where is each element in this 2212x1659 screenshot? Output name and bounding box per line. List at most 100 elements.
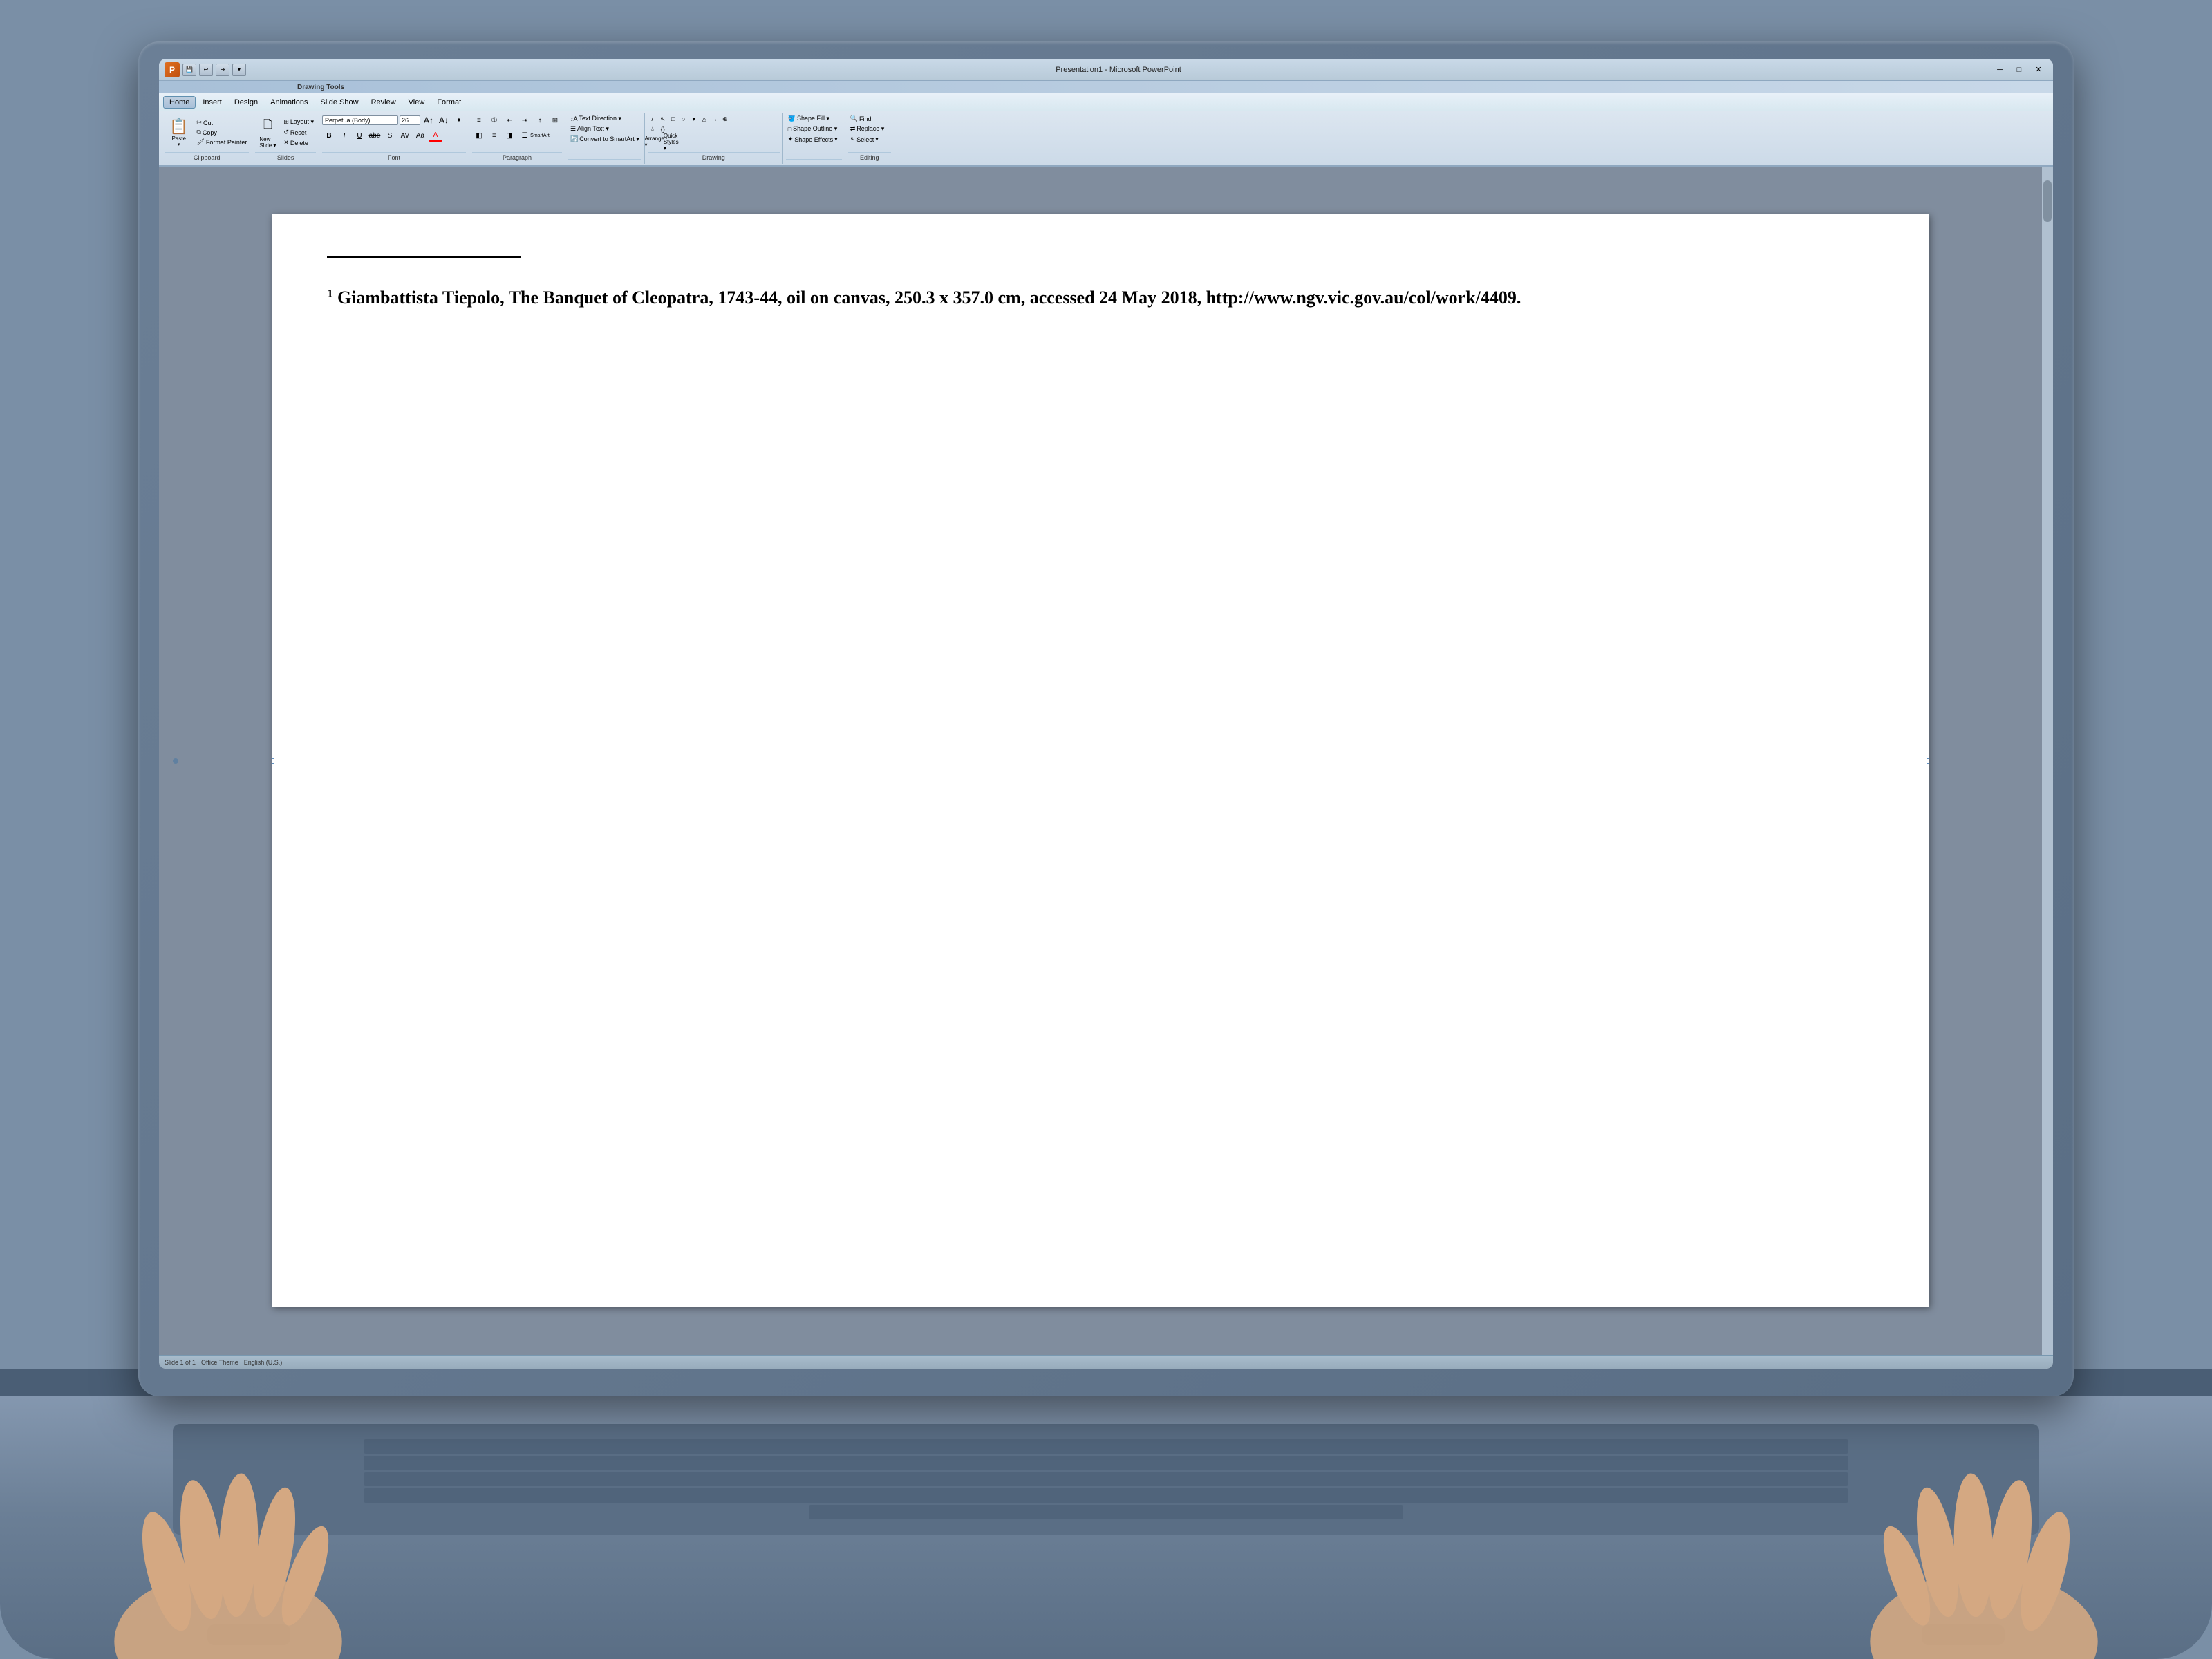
menu-slideshow[interactable]: Slide Show <box>315 97 364 108</box>
copy-icon: ⧉ <box>196 129 200 136</box>
replace-label: Replace ▾ <box>856 125 884 133</box>
format-painter-label: Format Painter <box>206 139 247 146</box>
shape-5pt[interactable]: ⊕ <box>720 114 730 124</box>
align-text-icon: ☰ <box>570 125 576 133</box>
menu-home[interactable]: Home <box>163 96 196 109</box>
menu-review[interactable]: Review <box>366 97 402 108</box>
reset-button[interactable]: ↺ Reset <box>281 128 316 137</box>
font-shrink-button[interactable]: A↓ <box>437 114 451 126</box>
shape-effects-button[interactable]: ✦ Shape Effects ▾ <box>786 135 842 144</box>
quick-access-menu[interactable]: ▾ <box>232 64 246 76</box>
menu-design[interactable]: Design <box>229 97 263 108</box>
copy-button[interactable]: ⧉ Copy <box>194 128 249 137</box>
delete-icon: ✕ <box>283 139 289 147</box>
para-row-2: ◧ ≡ ◨ ☰ SmartArt <box>472 129 562 142</box>
laptop-body <box>0 1369 2212 1659</box>
shape-line[interactable]: / <box>648 114 657 124</box>
arrange-button[interactable]: Arrange ▾ <box>648 135 662 148</box>
menu-bar: Home Insert Design Animations Slide Show… <box>159 93 2053 111</box>
quick-access-save[interactable]: 💾 <box>182 64 196 76</box>
clipboard-buttons: 📋 Paste ▾ ✂ Cut ⧉ <box>165 114 249 151</box>
shape-fill-button[interactable]: 🪣 Shape Fill ▾ <box>786 114 842 123</box>
menu-format[interactable]: Format <box>431 97 467 108</box>
paste-button[interactable]: 📋 Paste ▾ <box>165 114 193 151</box>
menu-view[interactable]: View <box>403 97 431 108</box>
laptop-foot-left <box>207 1624 290 1645</box>
underline-button[interactable]: U <box>353 129 366 142</box>
char-spacing-button[interactable]: AV <box>398 129 412 142</box>
replace-button[interactable]: ⇄ Replace ▾ <box>848 124 891 133</box>
shape-star[interactable]: ☆ <box>648 124 657 134</box>
align-text-button[interactable]: ☰ Align Text ▾ <box>568 124 641 133</box>
paste-dropdown[interactable]: ▾ <box>178 142 180 147</box>
minimize-button[interactable]: ─ <box>1991 64 2009 76</box>
cut-button[interactable]: ✂ Cut <box>194 118 249 127</box>
increase-indent-button[interactable]: ⇥ <box>518 114 532 126</box>
delete-button[interactable]: ✕ Delete <box>281 138 316 147</box>
bullets-button[interactable]: ≡ <box>472 114 486 126</box>
strikethrough-button[interactable]: abe <box>368 129 382 142</box>
layout-button[interactable]: ⊞ Layout ▾ <box>281 118 316 126</box>
font-color-button[interactable]: A <box>429 129 442 142</box>
select-button[interactable]: ↖ Select ▾ <box>848 135 891 144</box>
decrease-indent-button[interactable]: ⇤ <box>503 114 516 126</box>
col-button[interactable]: ⊞ <box>548 114 562 126</box>
align-left-button[interactable]: ◧ <box>472 129 486 142</box>
laptop-screen-bezel: P 💾 ↩ ↪ ▾ Presentation1 - Microsoft Powe… <box>138 41 2074 1396</box>
find-button[interactable]: 🔍 Find <box>848 114 891 123</box>
shape-rtarrow[interactable]: → <box>710 114 720 124</box>
slide-count-status: Slide 1 of 1 <box>165 1359 196 1366</box>
quick-styles-button[interactable]: QuickStyles ▾ <box>664 135 678 148</box>
italic-button[interactable]: I <box>337 129 351 142</box>
find-icon: 🔍 <box>850 115 858 122</box>
slides-label: Slides <box>255 152 316 162</box>
shape-more[interactable]: ▾ <box>689 114 699 124</box>
new-slide-button[interactable]: 🗋 NewSlide ▾ <box>255 115 280 150</box>
text-direction-label: Text Direction ▾ <box>579 115 621 122</box>
smart-art-button[interactable]: SmartArt <box>533 129 547 142</box>
align-right-button[interactable]: ◨ <box>503 129 516 142</box>
ribbon-content: 📋 Paste ▾ ✂ Cut ⧉ <box>159 111 2053 165</box>
clipboard-label: Clipboard <box>165 152 249 162</box>
quick-access-redo[interactable]: ↪ <box>216 64 229 76</box>
text-direction-controls: ↕A Text Direction ▾ ☰ Align Text ▾ 🔄 Con… <box>568 114 641 158</box>
shadow-button[interactable]: S <box>383 129 397 142</box>
close-button[interactable]: ✕ <box>2030 64 2047 76</box>
font-case-button[interactable]: Aa <box>413 129 427 142</box>
quick-access-undo[interactable]: ↩ <box>199 64 213 76</box>
scrollbar-right[interactable] <box>2042 167 2053 1355</box>
text-direction-button[interactable]: ↕A Text Direction ▾ <box>568 114 641 123</box>
arrange-row: Arrange ▾ QuickStyles ▾ <box>648 135 780 148</box>
bold-button[interactable]: B <box>322 129 336 142</box>
text-align-group-label <box>568 159 641 162</box>
maximize-button[interactable]: □ <box>2010 64 2028 76</box>
reset-icon: ↺ <box>283 129 289 136</box>
clear-format-button[interactable]: ✦ <box>452 114 466 126</box>
shape-fill-icon: 🪣 <box>788 115 796 122</box>
menu-animations[interactable]: Animations <box>265 97 313 108</box>
menu-insert[interactable]: Insert <box>197 97 227 108</box>
slide-canvas[interactable]: 1 Giambattista Tiepolo, The Banquet of C… <box>272 214 1929 1307</box>
shape-rect[interactable]: □ <box>668 114 678 124</box>
line-spacing-button[interactable]: ↕ <box>533 114 547 126</box>
shape-triangle[interactable]: △ <box>700 114 709 124</box>
shape-arrow[interactable]: ↖ <box>658 114 668 124</box>
numbering-button[interactable]: ① <box>487 114 501 126</box>
shape-circle[interactable]: ○ <box>679 114 688 124</box>
shape-outline-button[interactable]: □ Shape Outline ▾ <box>786 124 842 133</box>
clipboard-group: 📋 Paste ▾ ✂ Cut ⧉ <box>162 113 252 164</box>
scrollbar-thumb[interactable] <box>2043 180 2052 222</box>
convert-smartart-button[interactable]: 🔄 Convert to SmartArt ▾ <box>568 135 641 144</box>
convert-smartart-label: Convert to SmartArt ▾ <box>579 135 639 143</box>
font-grow-button[interactable]: A↑ <box>422 114 435 126</box>
format-painter-button[interactable]: 🖌 Format Painter <box>194 138 249 147</box>
align-center-button[interactable]: ≡ <box>487 129 501 142</box>
slide-text[interactable]: 1 Giambattista Tiepolo, The Banquet of C… <box>327 285 1873 310</box>
align-justify-button[interactable]: ☰ <box>518 129 532 142</box>
slide-sub-buttons: ⊞ Layout ▾ ↺ Reset ✕ Delete <box>281 118 316 147</box>
font-size-input[interactable] <box>400 115 420 125</box>
text-direction-icon: ↕A <box>570 115 578 122</box>
font-family-input[interactable] <box>322 115 398 125</box>
layout-label: Layout ▾ <box>290 118 314 126</box>
drawing-tools-label: Drawing Tools <box>297 84 344 91</box>
